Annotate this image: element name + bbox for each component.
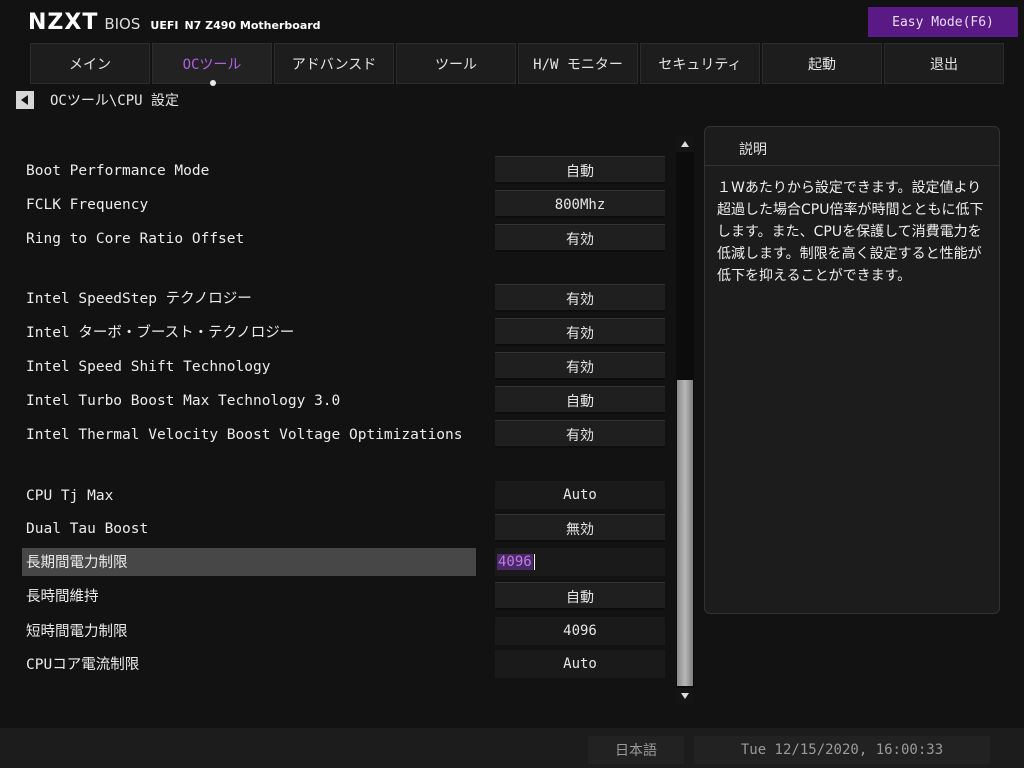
text-caret (533, 554, 535, 570)
breadcrumb-path: OCツール\CPU 設定 (50, 93, 180, 109)
tab-oc-tools-label: OCツール (182, 56, 242, 73)
uefi-label: UEFI (150, 19, 179, 32)
setting-value-selector[interactable]: 自動 (495, 156, 665, 184)
setting-label: Intel Turbo Boost Max Technology 3.0 (26, 393, 341, 409)
setting-value-selector[interactable]: 800Mhz (495, 190, 665, 218)
setting-label: FCLK Frequency (26, 197, 149, 213)
help-panel: 説明 １Wあたりから設定できます。設定値より超過した場合CPU倍率が時間とともに… (704, 126, 1000, 614)
setting-row: Ring to Core Ratio Offset 有効 (0, 224, 672, 254)
setting-value-selector[interactable]: 無効 (495, 514, 665, 542)
help-title: 説明 (739, 142, 767, 158)
triangle-down-icon (681, 693, 689, 699)
scrollbar-thumb[interactable] (677, 380, 693, 686)
setting-row: Intel Thermal Velocity Boost Voltage Opt… (0, 420, 672, 450)
triangle-left-icon (21, 95, 28, 105)
input-selected-text: 4096 (497, 554, 533, 570)
setting-row: Dual Tau Boost 無効 (0, 514, 672, 544)
setting-label: CPU Tj Max (26, 488, 114, 504)
breadcrumb: OCツール\CPU 設定 (16, 89, 179, 111)
triangle-up-icon (681, 141, 689, 147)
tab-oc-tools[interactable]: OCツール (152, 43, 272, 86)
setting-label: Ring to Core Ratio Offset (26, 231, 245, 247)
scroll-up-button[interactable] (676, 136, 694, 152)
setting-label: 短時間電力制限 (26, 624, 128, 640)
setting-row: Boot Performance Mode 自動 (0, 156, 672, 186)
help-text: １Wあたりから設定できます。設定値より超過した場合CPU倍率が時間とともに低下し… (717, 180, 984, 284)
setting-label: 長期間電力制限 (26, 555, 128, 571)
date-time-display: Tue 12/15/2020, 16:00:33 (694, 736, 990, 764)
main-tabs: メイン OCツール アドバンスド ツール H/W モニター セキュリティ 起動 … (30, 43, 1006, 86)
setting-row: 短時間電力制限 4096 (0, 617, 672, 647)
setting-value-input[interactable]: Auto (495, 650, 665, 678)
setting-value-selector[interactable]: 有効 (495, 318, 665, 346)
setting-row: Intel Turbo Boost Max Technology 3.0 自動 (0, 386, 672, 416)
setting-row: FCLK Frequency 800Mhz (0, 190, 672, 220)
back-button[interactable] (16, 91, 34, 109)
setting-row: CPUコア電流制限 Auto (0, 650, 672, 680)
footer-bar: 日本語 Tue 12/15/2020, 16:00:33 (0, 728, 1024, 768)
board-name: N7 Z490 Motherboard (184, 19, 321, 32)
tab-main[interactable]: メイン (30, 43, 150, 84)
language-button[interactable]: 日本語 (588, 736, 684, 764)
bios-label: BIOS (104, 15, 141, 33)
help-divider (705, 165, 999, 166)
setting-label: Boot Performance Mode (26, 163, 210, 179)
setting-row: Intel ターボ・ブースト・テクノロジー 有効 (0, 318, 672, 348)
setting-value-selector[interactable]: 有効 (495, 352, 665, 380)
tab-tools[interactable]: ツール (396, 43, 516, 84)
scroll-down-button[interactable] (676, 688, 694, 704)
logo: NZXT BIOS UEFI N7 Z490 Motherboard (28, 10, 321, 40)
brand-name: NZXT (28, 10, 99, 35)
setting-value-input[interactable]: Auto (495, 481, 665, 509)
setting-value-selector[interactable]: 自動 (495, 582, 665, 610)
tab-boot[interactable]: 起動 (762, 43, 882, 84)
setting-label: Intel Thermal Velocity Boost Voltage Opt… (26, 427, 463, 443)
settings-scrollbar[interactable] (676, 136, 694, 704)
setting-row-selected: 長期間電力制限 4096 (0, 548, 672, 578)
setting-label: Intel Speed Shift Technology (26, 359, 271, 375)
setting-label: Dual Tau Boost (26, 521, 149, 537)
tab-advanced[interactable]: アドバンスド (274, 43, 394, 84)
setting-value-selector[interactable]: 有効 (495, 224, 665, 252)
setting-row: CPU Tj Max Auto (0, 481, 672, 511)
setting-row: Intel SpeedStep テクノロジー 有効 (0, 284, 672, 314)
setting-value-selector[interactable]: 自動 (495, 386, 665, 414)
setting-value-selector[interactable]: 有効 (495, 420, 665, 448)
setting-row: 長時間維持 自動 (0, 582, 672, 612)
active-tab-indicator (210, 80, 216, 86)
tab-exit[interactable]: 退出 (884, 43, 1004, 84)
setting-value-selector[interactable]: 有効 (495, 284, 665, 312)
easy-mode-button[interactable]: Easy Mode(F6) (868, 7, 1018, 37)
tab-hw-monitor[interactable]: H/W モニター (518, 43, 638, 84)
setting-label: 長時間維持 (26, 589, 99, 605)
setting-label: Intel ターボ・ブースト・テクノロジー (26, 325, 295, 341)
setting-value-input[interactable]: 4096 (495, 617, 665, 645)
setting-label: CPUコア電流制限 (26, 657, 140, 673)
setting-row: Intel Speed Shift Technology 有効 (0, 352, 672, 382)
setting-value-input-active[interactable]: 4096 (495, 548, 665, 576)
tab-security[interactable]: セキュリティ (640, 43, 760, 84)
setting-label: Intel SpeedStep テクノロジー (26, 291, 252, 307)
